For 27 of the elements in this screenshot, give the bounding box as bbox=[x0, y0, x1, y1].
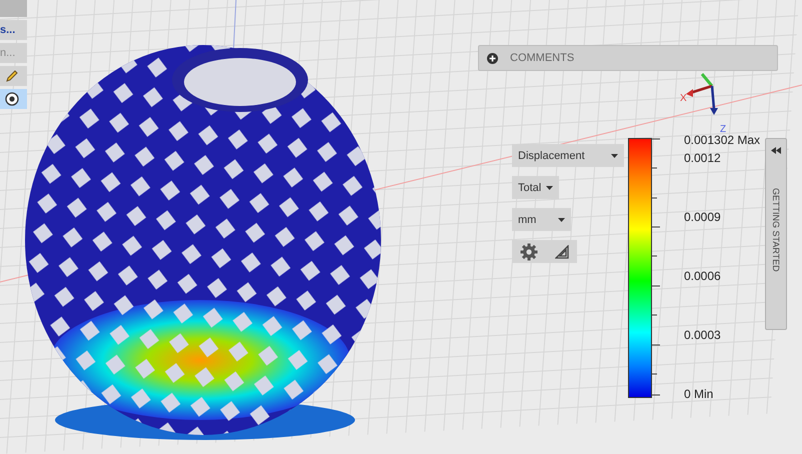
scale-label: 0 Min bbox=[684, 387, 714, 401]
toolbar-button[interactable]: s... bbox=[0, 20, 27, 40]
component-dropdown[interactable]: Total bbox=[512, 176, 560, 199]
scale-label: 0.0009 bbox=[684, 210, 722, 224]
plus-icon bbox=[487, 52, 498, 64]
getting-started-tab[interactable]: GETTING STARTED bbox=[765, 138, 787, 330]
unit-dropdown[interactable]: mm bbox=[512, 208, 571, 231]
settings-icon[interactable] bbox=[520, 242, 538, 260]
double-chevron-icon bbox=[771, 147, 781, 154]
x-axis-label: X bbox=[680, 93, 687, 104]
triangle-ruler-icon[interactable] bbox=[554, 244, 569, 258]
caret-icon bbox=[558, 218, 565, 222]
pencil-button[interactable] bbox=[0, 66, 27, 86]
result-type-dropdown[interactable]: Displacement bbox=[512, 144, 624, 167]
scale-label: 0.0003 bbox=[684, 328, 722, 342]
comments-panel[interactable]: COMMENTS bbox=[478, 45, 778, 71]
tab-label: GETTING STARTED bbox=[771, 188, 781, 272]
radio-button[interactable] bbox=[0, 89, 27, 109]
scale-label: 0.0006 bbox=[684, 269, 722, 283]
scale-label: 0.0012 bbox=[684, 151, 722, 165]
caret-icon bbox=[611, 154, 618, 158]
radio-icon bbox=[5, 92, 19, 106]
caret-icon bbox=[546, 186, 554, 190]
toolbar-panel bbox=[0, 0, 27, 17]
pencil-icon bbox=[5, 69, 19, 83]
scale-label: 0.001302 Max bbox=[684, 133, 760, 147]
z-axis-label: Z bbox=[720, 124, 726, 135]
